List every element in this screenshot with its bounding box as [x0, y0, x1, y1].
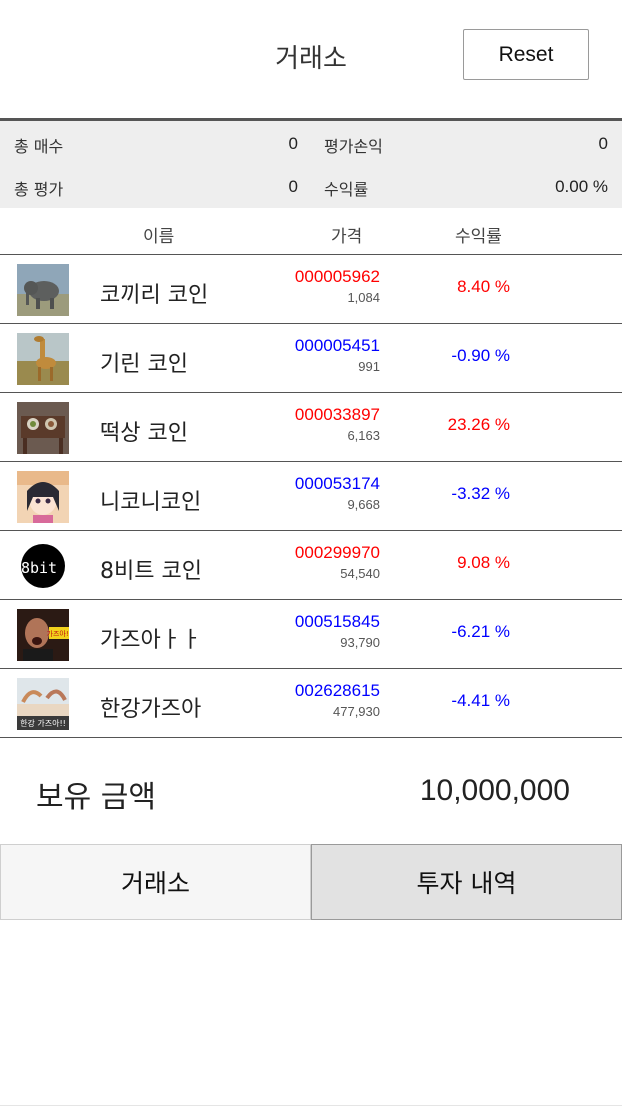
8bit-logo-text: 8bit [21, 559, 57, 577]
coin-return: -0.90 % [451, 346, 510, 365]
coin-price: 000299970 [294, 543, 380, 562]
coin-name: 가즈아ㅏㅏ [100, 628, 202, 653]
summary-panel: 총 매수 0 평가손익 0 총 평가 0 수익률 0.00 % [0, 121, 622, 208]
table-food-image [17, 402, 69, 454]
coin-sub-value: 6,163 [347, 428, 380, 443]
coin-return: 9.08 % [457, 553, 510, 572]
coin-name: 떡상 코인 [100, 421, 188, 446]
coin-return: -3.32 % [451, 484, 510, 503]
han-river-caption: 한강 가즈아!! [20, 718, 66, 728]
coin-sub-value: 9,668 [347, 497, 380, 512]
coin-return: -4.41 % [451, 691, 510, 710]
coin-row[interactable]: 가즈아!! 가즈아ㅏㅏ 000515845 93,790 -6.21 % [0, 600, 622, 669]
column-return: 수익률 [455, 227, 502, 247]
bottom-divider [0, 1105, 622, 1106]
total-eval-label: 총 평가 [14, 180, 64, 199]
anime-girl-image [17, 471, 69, 523]
coin-price: 000515845 [294, 612, 380, 631]
coin-row[interactable]: 니코니코인 000053174 9,668 -3.32 % [0, 462, 622, 531]
return-label: 수익률 [324, 180, 369, 199]
coin-name: 기린 코인 [100, 352, 188, 377]
coin-row[interactable]: 한강 가즈아!! 한강가즈아 002628615 477,930 -4.41 % [0, 669, 622, 738]
eval-pl-label: 평가손익 [324, 137, 383, 156]
coin-price: 000005962 [294, 267, 380, 286]
coin-row[interactable]: 떡상 코인 000033897 6,163 23.26 % [0, 393, 622, 462]
shouting-man-image: 가즈아!! [17, 609, 69, 661]
coin-price: 000053174 [294, 474, 380, 493]
giraffe-image [17, 333, 69, 385]
total-buy-value: 0 [288, 134, 298, 153]
return-value: 0.00 % [555, 177, 608, 196]
coin-row[interactable]: 8bit 8비트 코인 000299970 54,540 9.08 % [0, 531, 622, 600]
coin-sub-value: 93,790 [340, 635, 380, 650]
coin-row[interactable]: 기린 코인 000005451 991 -0.90 % [0, 324, 622, 393]
coin-name: 한강가즈아 [100, 697, 202, 722]
reset-button[interactable]: Reset [463, 29, 589, 80]
coin-sub-value: 1,084 [347, 290, 380, 305]
shouting-man-caption: 가즈아!! [47, 629, 69, 638]
tab-history[interactable]: 투자 내역 [311, 844, 622, 920]
total-eval-value: 0 [288, 177, 298, 196]
coin-sub-value: 991 [358, 359, 380, 374]
coin-name: 니코니코인 [100, 490, 202, 515]
coin-row[interactable]: 코끼리 코인 000005962 1,084 8.40 % [0, 255, 622, 324]
coin-return: 23.26 % [447, 415, 510, 434]
total-buy-label: 총 매수 [14, 137, 64, 156]
coin-name: 코끼리 코인 [100, 283, 209, 308]
column-header: 이름 가격 수익률 [0, 208, 622, 255]
tab-exchange[interactable]: 거래소 [0, 844, 311, 920]
holding-section: 보유 금액 10,000,000 [0, 740, 622, 844]
han-river-jump-image: 한강 가즈아!! [17, 678, 69, 730]
8bit-logo: 8bit [17, 540, 69, 592]
holding-value: 10,000,000 [419, 774, 570, 807]
coin-price: 002628615 [294, 681, 380, 700]
coin-name: 8비트 코인 [100, 559, 202, 584]
coin-sub-value: 54,540 [340, 566, 380, 581]
coin-price: 000005451 [294, 336, 380, 355]
eval-pl-value: 0 [598, 134, 608, 153]
coin-price: 000033897 [294, 405, 380, 424]
coin-sub-value: 477,930 [333, 704, 380, 719]
coin-return: 8.40 % [457, 277, 510, 296]
elephant-image [17, 264, 69, 316]
column-price: 가격 [331, 227, 363, 247]
header: 거래소 Reset [0, 0, 622, 118]
coin-list: 코끼리 코인 000005962 1,084 8.40 % 기린 코인 0000… [0, 255, 622, 738]
holding-label: 보유 금액 [36, 780, 156, 815]
column-name: 이름 [143, 227, 175, 247]
coin-return: -6.21 % [451, 622, 510, 641]
